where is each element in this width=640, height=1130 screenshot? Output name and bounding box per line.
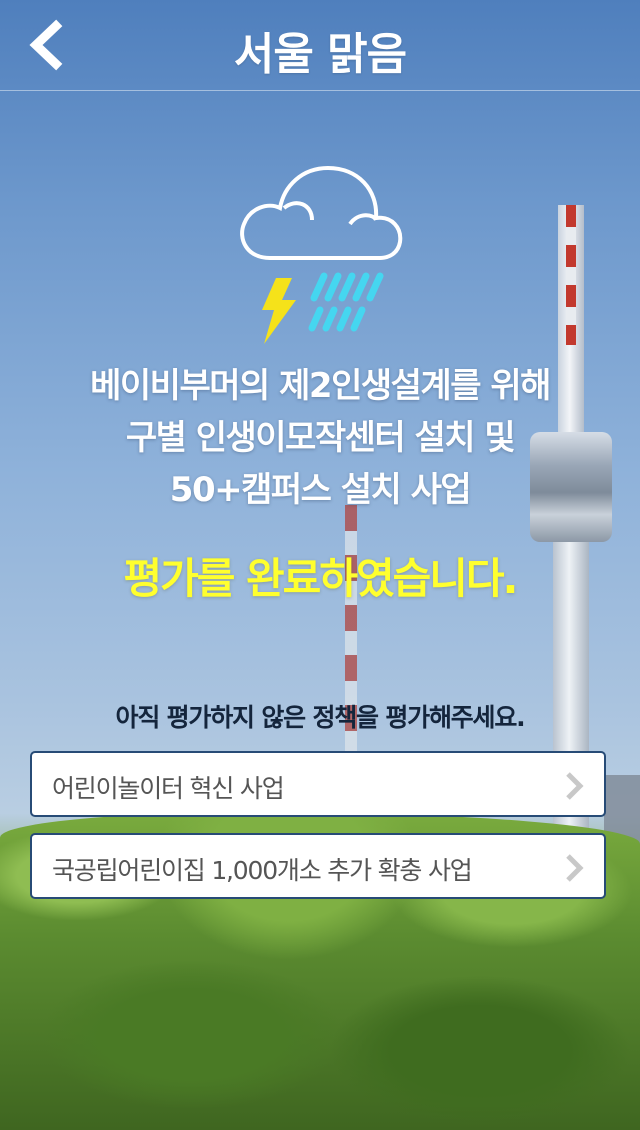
tower-antenna [566, 205, 576, 345]
unrated-policy-item[interactable]: 어린이놀이터 혁신 사업 [30, 751, 606, 817]
policy-title-line: 구별 인생이모작센터 설치 및 [125, 418, 516, 458]
policy-title-line: 베이비부머의 제2인생설계를 위해 [90, 366, 551, 406]
page-title: 서울 맑음 [233, 29, 407, 80]
chevron-right-icon [566, 772, 584, 800]
policy-title-line: 50+캠퍼스 설치 사업 [169, 470, 472, 510]
chevron-right-icon [566, 854, 584, 882]
unrated-prompt: 아직 평가하지 않은 정책을 평가해주세요. [115, 703, 526, 732]
unrated-policy-label: 국공립어린이집 1,000개소 추가 확충 사업 [52, 856, 473, 885]
thunderstorm-rain-icon [240, 165, 403, 344]
completion-message: 평가를 완료하였습니다. [123, 554, 519, 603]
unrated-policy-item[interactable]: 국공립어린이집 1,000개소 추가 확충 사업 [30, 833, 606, 899]
unrated-policy-label: 어린이놀이터 혁신 사업 [52, 774, 285, 803]
top-bar: 서울 맑음 [0, 0, 640, 91]
policy-title: 베이비부머의 제2인생설계를 위해 구별 인생이모작센터 설치 및 50+캠퍼스… [40, 360, 600, 516]
